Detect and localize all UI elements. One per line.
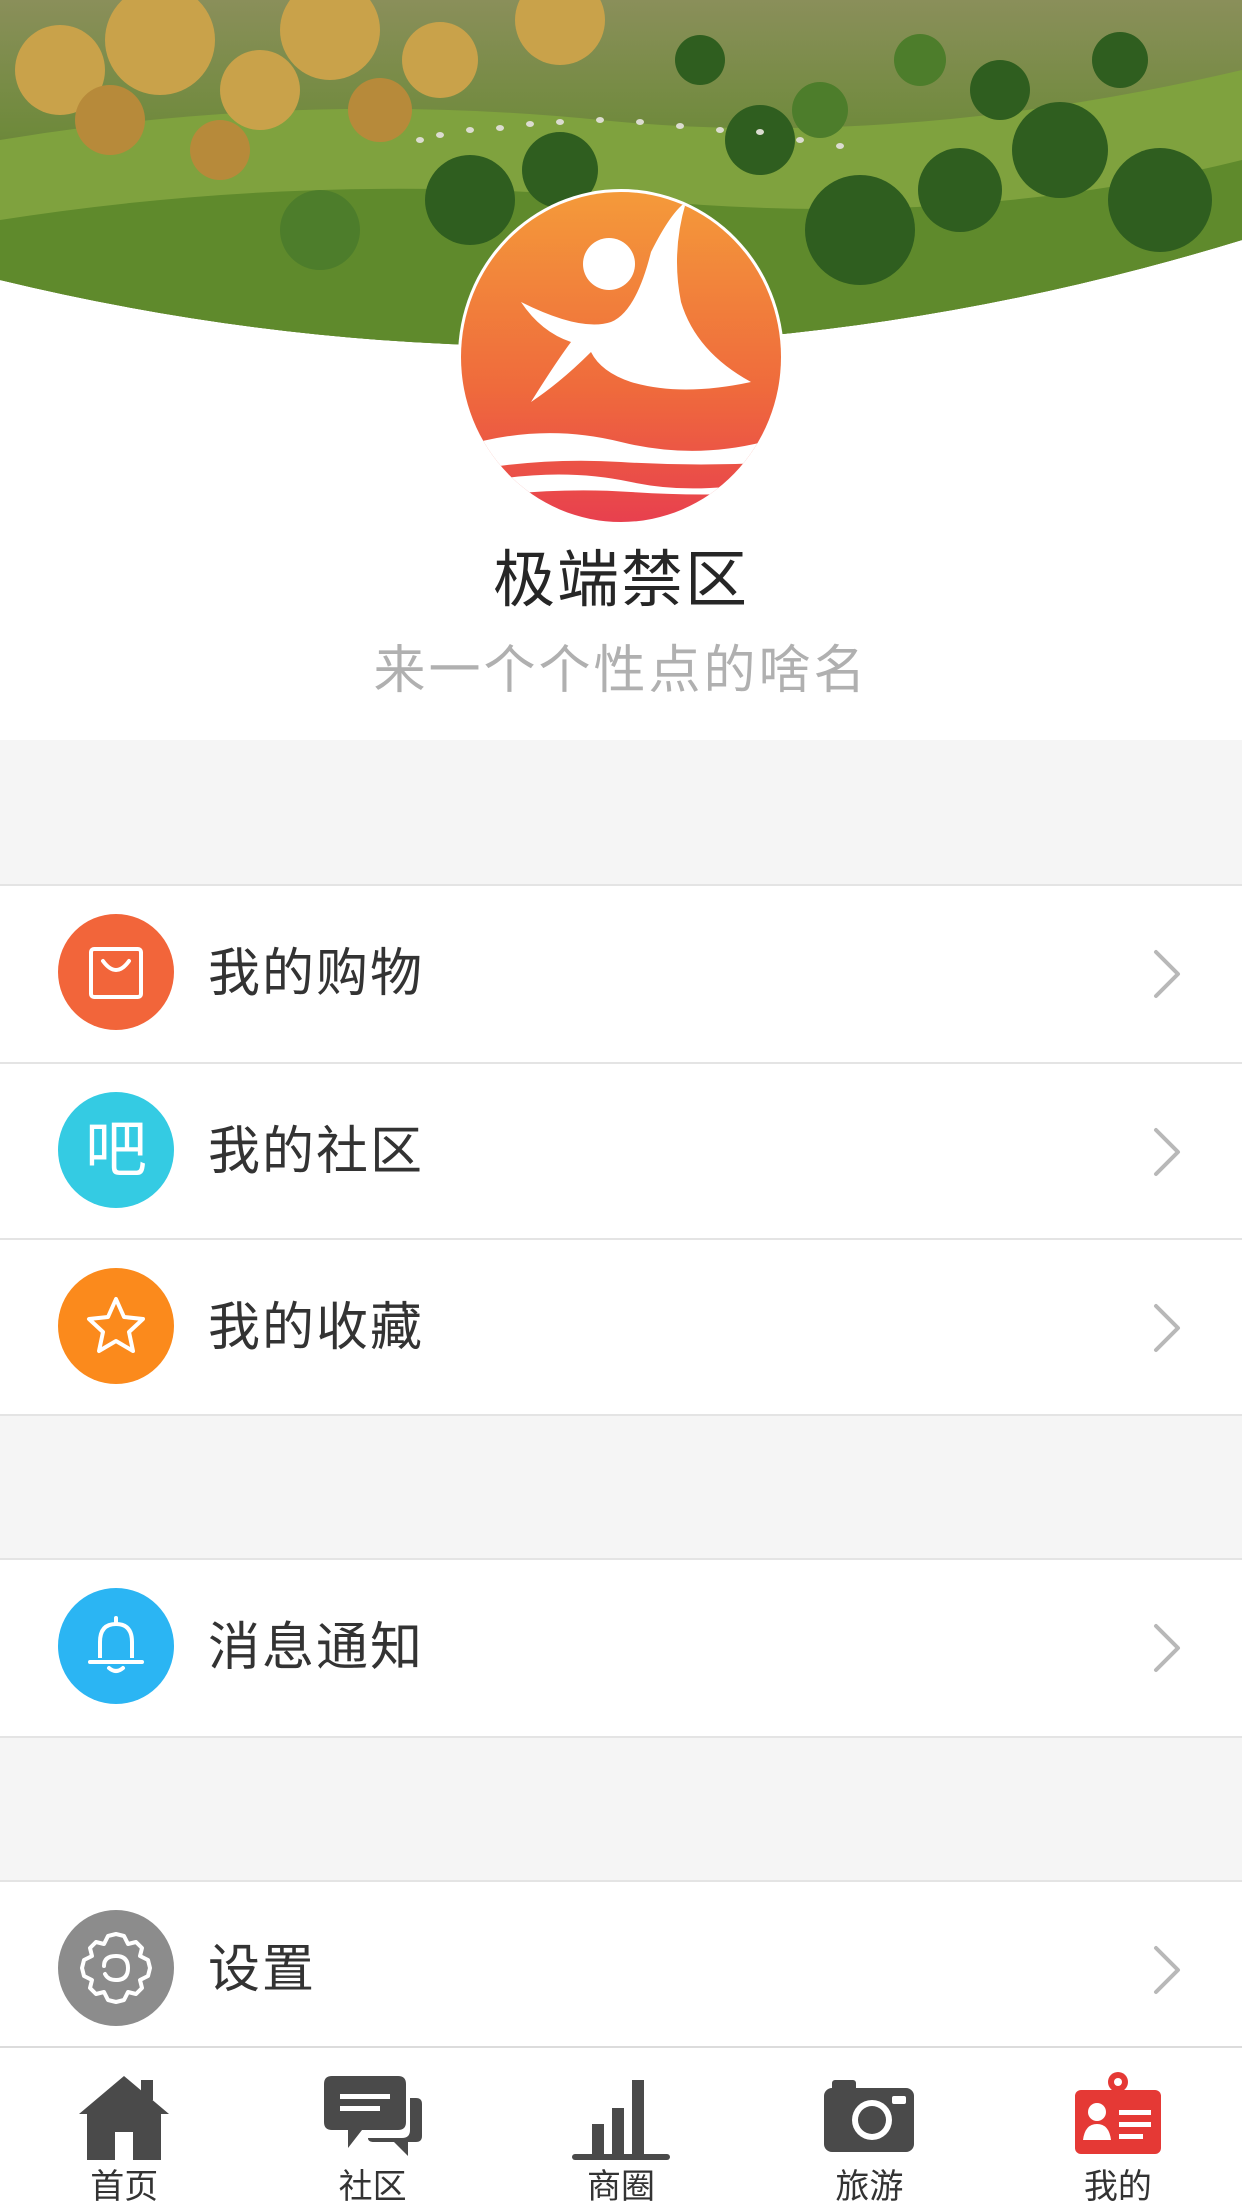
menu-item-label: 我的社区 bbox=[208, 1122, 425, 1182]
star-icon bbox=[58, 1268, 174, 1384]
gear-icon bbox=[58, 1910, 174, 2026]
bell-icon bbox=[58, 1588, 174, 1704]
menu-item-label: 我的收藏 bbox=[208, 1298, 425, 1358]
menu-item-label: 消息通知 bbox=[208, 1618, 425, 1678]
bar-chart-icon bbox=[572, 2080, 671, 2160]
menu-item-notifications[interactable]: 消息通知 bbox=[0, 1560, 1242, 1736]
tab-travel[interactable]: 旅游 bbox=[745, 2048, 993, 2208]
profile-page: 极端禁区 来一个个性点的啥名 我的购物 吧 我的社区 我的收藏 消息通知 设置 … bbox=[0, 0, 1242, 2208]
tab-label: 商圈 bbox=[587, 2167, 656, 2207]
profile-card-icon bbox=[1074, 2072, 1161, 2154]
chat-bubbles-icon bbox=[323, 2076, 422, 2156]
profile-header: 极端禁区 来一个个性点的啥名 bbox=[0, 0, 1242, 740]
tab-label: 社区 bbox=[338, 2167, 407, 2207]
menu-item-favorites[interactable]: 我的收藏 bbox=[0, 1238, 1242, 1414]
bottom-tab-bar: 首页 社区 商圈 旅游 我的 bbox=[0, 2046, 1242, 2208]
chevron-right-icon bbox=[1154, 950, 1180, 998]
camera-icon bbox=[824, 2080, 915, 2152]
tab-mine[interactable]: 我的 bbox=[994, 2048, 1242, 2208]
tab-business[interactable]: 商圈 bbox=[497, 2048, 745, 2208]
home-icon bbox=[79, 2076, 170, 2160]
signature[interactable]: 来一个个性点的啥名 bbox=[0, 636, 1242, 706]
chevron-right-icon bbox=[1154, 1624, 1180, 1672]
section-spacer bbox=[0, 1738, 1242, 1880]
username: 极端禁区 bbox=[492, 543, 749, 616]
shopping-bag-icon bbox=[58, 914, 174, 1030]
tab-label: 首页 bbox=[90, 2167, 159, 2207]
community-glyph: 吧 bbox=[84, 1113, 147, 1186]
avatar[interactable] bbox=[461, 192, 781, 522]
tab-community[interactable]: 社区 bbox=[248, 2048, 496, 2208]
menu-item-shopping[interactable]: 我的购物 bbox=[0, 886, 1242, 1062]
chevron-right-icon bbox=[1154, 1946, 1180, 1994]
menu-group-settings: 设置 bbox=[0, 1880, 1242, 2058]
tab-home[interactable]: 首页 bbox=[0, 2048, 248, 2208]
tab-label: 旅游 bbox=[835, 2167, 904, 2207]
menu-item-label: 我的购物 bbox=[208, 944, 425, 1004]
menu-item-label: 设置 bbox=[208, 1940, 317, 2000]
app-logo-icon bbox=[461, 192, 781, 522]
tab-label: 我的 bbox=[1083, 2167, 1152, 2207]
chevron-right-icon bbox=[1154, 1304, 1180, 1352]
community-icon: 吧 bbox=[58, 1092, 174, 1208]
menu-item-community[interactable]: 吧 我的社区 bbox=[0, 1062, 1242, 1238]
menu-group-notifications: 消息通知 bbox=[0, 1558, 1242, 1738]
menu-item-settings[interactable]: 设置 bbox=[0, 1882, 1242, 2058]
menu-group-personal: 我的购物 吧 我的社区 我的收藏 bbox=[0, 884, 1242, 1416]
chevron-right-icon bbox=[1154, 1128, 1180, 1176]
section-spacer bbox=[0, 1416, 1242, 1558]
section-spacer bbox=[0, 740, 1242, 884]
